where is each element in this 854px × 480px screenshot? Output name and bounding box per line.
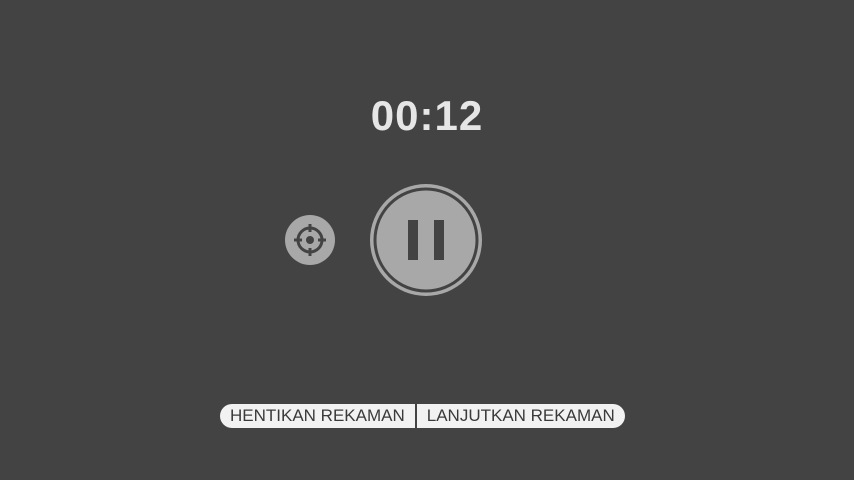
pause-button[interactable] [368,182,484,298]
recording-actions: HENTIKAN REKAMAN LANJUTKAN REKAMAN [220,404,625,428]
crosshair-icon [294,224,326,256]
stop-recording-button[interactable]: HENTIKAN REKAMAN [220,404,415,428]
pause-icon [370,184,482,296]
target-button[interactable] [285,215,335,265]
recording-timer: 00:12 [370,92,484,139]
resume-recording-button[interactable]: LANJUTKAN REKAMAN [416,404,625,428]
